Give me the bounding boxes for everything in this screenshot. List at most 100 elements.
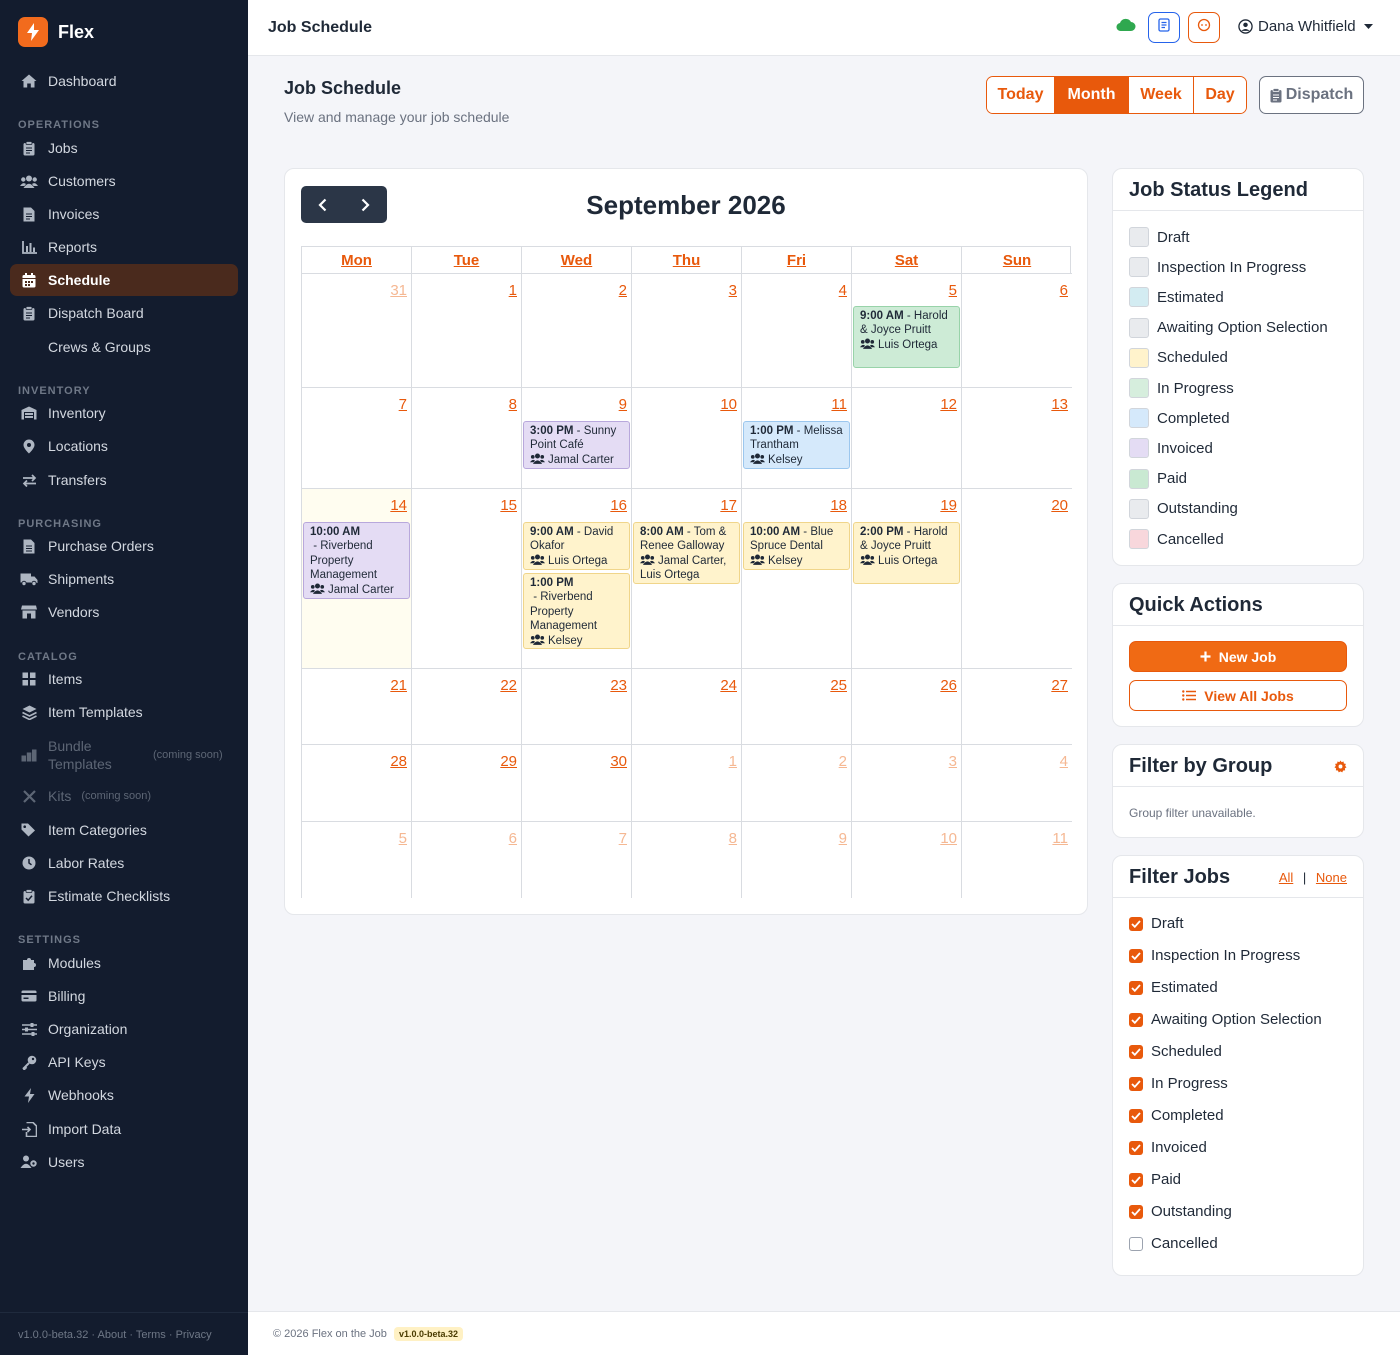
calendar-day-cell[interactable]: 6 bbox=[412, 822, 522, 898]
sidebar-item-estimate-checklists[interactable]: Estimate Checklists bbox=[10, 880, 238, 912]
day-number[interactable]: 9 bbox=[619, 396, 627, 413]
filter-outstanding[interactable]: Outstanding bbox=[1129, 1203, 1232, 1220]
select-all-link[interactable]: All bbox=[1279, 870, 1293, 885]
day-number[interactable]: 4 bbox=[839, 282, 847, 299]
calendar-day-cell[interactable]: 5 bbox=[302, 822, 412, 898]
calendar-day-cell[interactable]: 18 10:00 AM - Blue Spruce DentalKelsey Ng… bbox=[742, 489, 852, 669]
day-number[interactable]: 30 bbox=[610, 753, 627, 770]
sidebar-item-jobs[interactable]: Jobs bbox=[10, 132, 238, 164]
calendar-day-cell[interactable]: 10 bbox=[632, 388, 742, 489]
month-view-button[interactable]: Month bbox=[1055, 77, 1129, 113]
calendar-day-cell[interactable]: 29 bbox=[412, 745, 522, 822]
day-number[interactable]: 9 bbox=[839, 830, 847, 847]
day-number[interactable]: 19 bbox=[940, 497, 957, 514]
day-number[interactable]: 13 bbox=[1051, 396, 1068, 413]
calendar-day-cell[interactable]: 17 8:00 AM - Tom & Renee Galloway Jamal Ca… bbox=[632, 489, 742, 669]
day-number[interactable]: 11 bbox=[1052, 830, 1068, 847]
calendar-day-cell[interactable]: 13 bbox=[962, 388, 1072, 489]
sidebar-item-shipments[interactable]: Shipments bbox=[10, 563, 238, 595]
calendar-event[interactable]: 9:00 AM - David Okafor Luis Ortega bbox=[523, 522, 630, 570]
day-number[interactable]: 4 bbox=[1060, 753, 1068, 770]
sidebar-item-organization[interactable]: Organization bbox=[10, 1013, 238, 1045]
sidebar-item-invoices[interactable]: Invoices bbox=[10, 198, 238, 230]
day-number[interactable]: 2 bbox=[619, 282, 627, 299]
calendar-event[interactable]: 8:00 AM - Tom & Renee Galloway Jamal Cart… bbox=[633, 522, 740, 584]
day-number[interactable]: 28 bbox=[390, 753, 407, 770]
day-number[interactable]: 6 bbox=[1060, 282, 1068, 299]
calendar-event[interactable]: 10:00 AM - Blue Spruce DentalKelsey Nguy… bbox=[743, 522, 850, 570]
calendar-day-cell[interactable]: 8 bbox=[412, 388, 522, 489]
user-menu[interactable]: Dana Whitfield bbox=[1238, 18, 1373, 35]
weekday-header-tue[interactable]: Tue bbox=[412, 247, 522, 274]
calendar-day-cell[interactable]: 19 2:00 PM - Harold & Joyce Pruitt Luis Or… bbox=[852, 489, 962, 669]
calendar-day-cell[interactable]: 8 bbox=[632, 822, 742, 898]
weekday-header-sun[interactable]: Sun bbox=[962, 247, 1072, 274]
calendar-event[interactable]: 9:00 AM - Harold & Joyce Pruitt Luis Orte… bbox=[853, 306, 960, 368]
day-number[interactable]: 25 bbox=[830, 677, 847, 694]
calendar-day-cell[interactable]: 3 bbox=[852, 745, 962, 822]
filter-draft[interactable]: Draft bbox=[1129, 915, 1184, 932]
checkbox-checked[interactable] bbox=[1129, 1012, 1143, 1027]
view-all-jobs-button[interactable]: View All Jobs bbox=[1129, 680, 1347, 711]
sidebar-item-dispatch-board[interactable]: Dispatch Board bbox=[10, 297, 238, 329]
filter-scheduled[interactable]: Scheduled bbox=[1129, 1043, 1222, 1060]
day-number[interactable]: 20 bbox=[1051, 497, 1068, 514]
day-view-button[interactable]: Day bbox=[1194, 77, 1246, 113]
day-number[interactable]: 24 bbox=[720, 677, 737, 694]
checkbox-checked[interactable] bbox=[1129, 1140, 1143, 1155]
calendar-day-cell[interactable]: 26 bbox=[852, 669, 962, 745]
day-number[interactable]: 14 bbox=[390, 497, 407, 514]
calendar-day-cell[interactable]: 7 bbox=[302, 388, 412, 489]
calendar-event[interactable]: 1:00 PM - Riverbend Property Management K… bbox=[523, 573, 630, 649]
sidebar-item-webhooks[interactable]: Webhooks bbox=[10, 1079, 238, 1111]
calendar-day-cell[interactable]: 23 bbox=[522, 669, 632, 745]
brand[interactable]: Flex bbox=[18, 17, 94, 47]
sidebar-item-customers[interactable]: Customers bbox=[10, 165, 238, 197]
sidebar-item-dashboard[interactable]: Dashboard bbox=[10, 65, 238, 97]
weekday-header-sat[interactable]: Sat bbox=[852, 247, 962, 274]
calendar-day-cell[interactable]: 21 bbox=[302, 669, 412, 745]
calendar-day-cell[interactable]: 7 bbox=[522, 822, 632, 898]
day-number[interactable]: 21 bbox=[390, 677, 407, 694]
new-job-button[interactable]: New Job bbox=[1129, 641, 1347, 672]
sidebar-item-labor-rates[interactable]: Labor Rates bbox=[10, 847, 238, 879]
checkbox-checked[interactable] bbox=[1129, 1204, 1143, 1219]
filter-paid[interactable]: Paid bbox=[1129, 1171, 1181, 1188]
calendar-day-cell[interactable]: 10 bbox=[852, 822, 962, 898]
day-number[interactable]: 22 bbox=[500, 677, 517, 694]
calendar-day-cell[interactable]: 2 bbox=[522, 274, 632, 388]
calendar-day-cell[interactable]: 1 bbox=[412, 274, 522, 388]
weekday-header-thu[interactable]: Thu bbox=[632, 247, 742, 274]
day-number[interactable]: 6 bbox=[509, 830, 517, 847]
checkbox-checked[interactable] bbox=[1129, 1044, 1143, 1059]
sidebar-item-schedule[interactable]: Schedule bbox=[10, 264, 238, 296]
checkbox-checked[interactable] bbox=[1129, 916, 1143, 931]
calendar-event[interactable]: 2:00 PM - Harold & Joyce Pruitt Luis Orte… bbox=[853, 522, 960, 584]
checkbox-checked[interactable] bbox=[1129, 948, 1143, 963]
day-number[interactable]: 16 bbox=[610, 497, 627, 514]
calendar-day-cell[interactable]: 4 bbox=[962, 745, 1072, 822]
day-number[interactable]: 5 bbox=[399, 830, 407, 847]
calendar-day-cell[interactable]: 1 bbox=[632, 745, 742, 822]
calendar-day-cell[interactable]: 27 bbox=[962, 669, 1072, 745]
checkbox-checked[interactable] bbox=[1129, 1108, 1143, 1123]
about-link[interactable]: About bbox=[98, 1329, 127, 1341]
gear-icon[interactable] bbox=[1334, 760, 1347, 773]
day-number[interactable]: 12 bbox=[940, 396, 957, 413]
day-number[interactable]: 2 bbox=[839, 753, 847, 770]
sidebar-item-items[interactable]: Items bbox=[10, 663, 238, 695]
calendar-day-cell[interactable]: 25 bbox=[742, 669, 852, 745]
calendar-day-cell[interactable]: 9 3:00 PM - Sunny Point Café Jamal Carter bbox=[522, 388, 632, 489]
day-number[interactable]: 8 bbox=[729, 830, 737, 847]
sidebar-item-vendors[interactable]: Vendors bbox=[10, 596, 238, 628]
notes-button[interactable] bbox=[1148, 12, 1180, 43]
filter-inspection-in-progress[interactable]: Inspection In Progress bbox=[1129, 947, 1300, 964]
calendar-event[interactable]: 3:00 PM - Sunny Point Café Jamal Carter bbox=[523, 421, 630, 469]
day-number[interactable]: 27 bbox=[1051, 677, 1068, 694]
weekday-header-mon[interactable]: Mon bbox=[302, 247, 412, 274]
day-number[interactable]: 29 bbox=[500, 753, 517, 770]
sidebar-item-billing[interactable]: Billing bbox=[10, 980, 238, 1012]
day-number[interactable]: 17 bbox=[720, 497, 737, 514]
sidebar-item-inventory[interactable]: Inventory bbox=[10, 397, 238, 429]
select-none-link[interactable]: None bbox=[1316, 870, 1347, 885]
